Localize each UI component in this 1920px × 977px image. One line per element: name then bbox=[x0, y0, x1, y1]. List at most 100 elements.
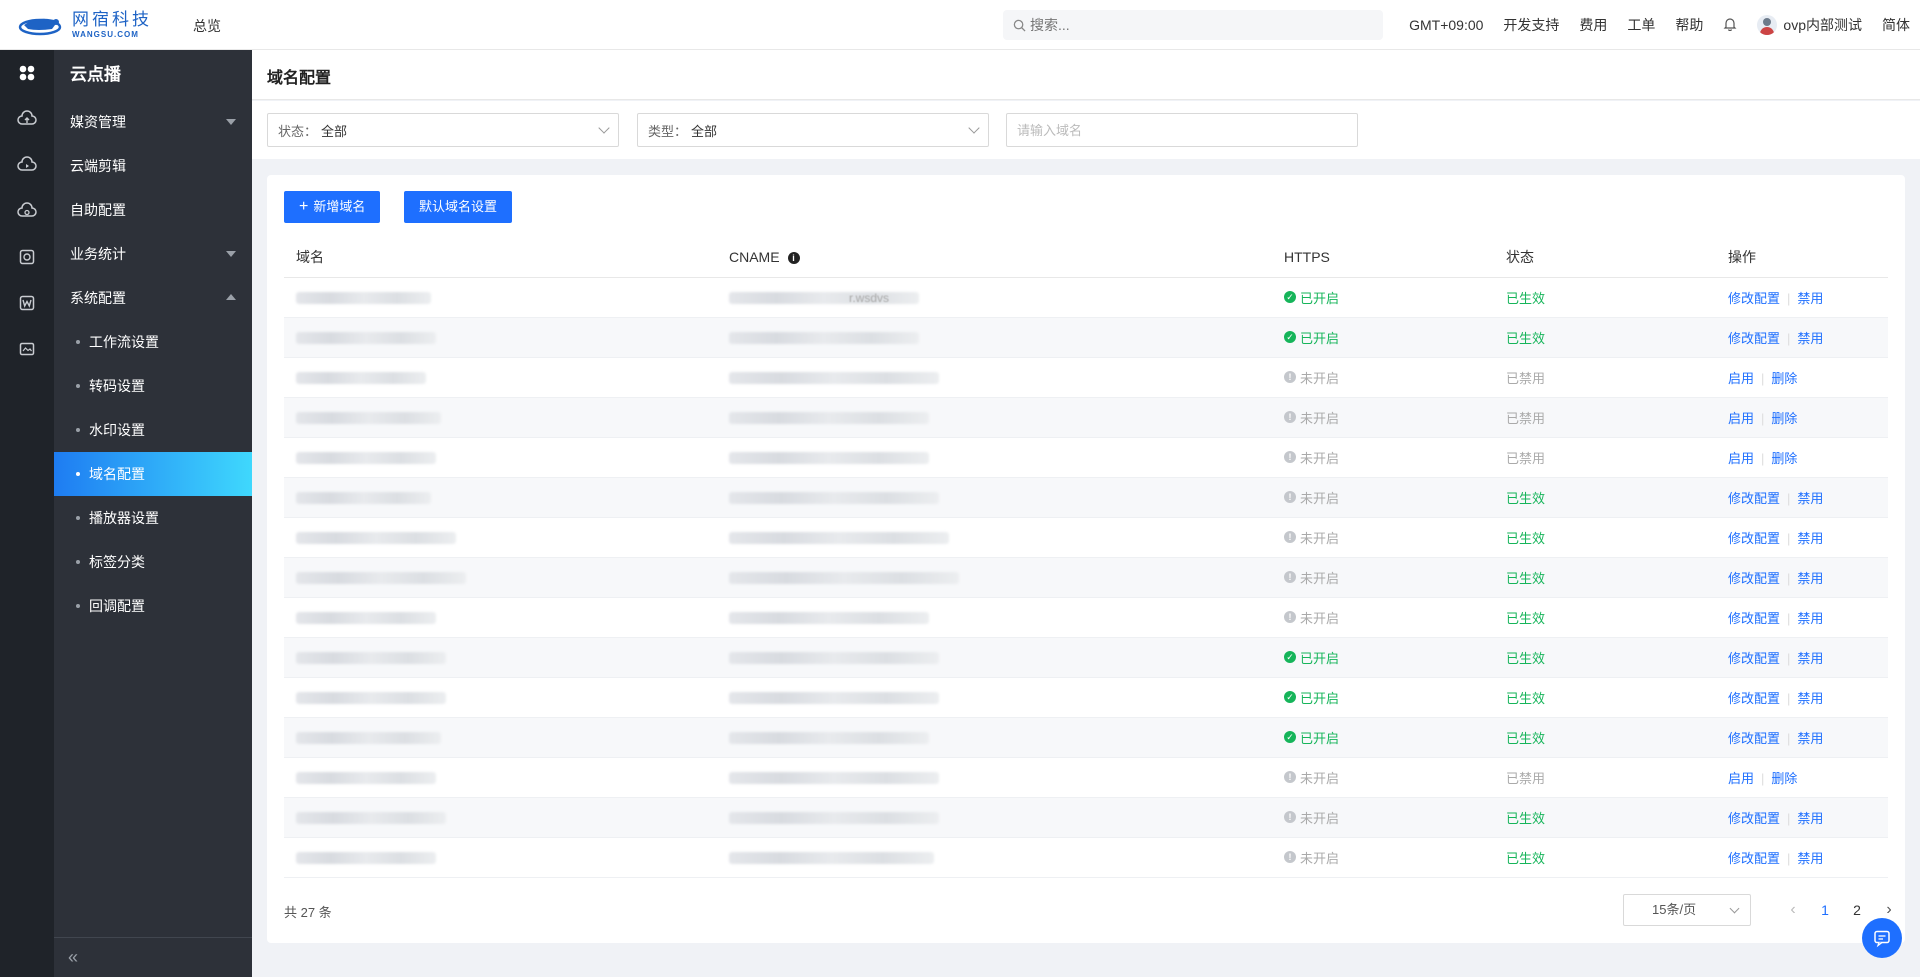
status-cell: 已禁用 bbox=[1506, 397, 1728, 438]
brand-logo[interactable]: 网宿科技 WANGSU.COM bbox=[18, 12, 152, 39]
status-filter-value: 全部 bbox=[321, 123, 348, 139]
table-row: ✓ 已开启 已生效 修改配置 | 禁用 bbox=[284, 677, 1888, 718]
domain-search-input[interactable] bbox=[1006, 113, 1358, 147]
modify-config-link[interactable]: 修改配置 bbox=[1728, 611, 1780, 626]
page-2-button[interactable]: 2 bbox=[1841, 902, 1873, 918]
page-header: 域名配置 bbox=[252, 50, 1920, 100]
disable-link[interactable]: 禁用 bbox=[1797, 611, 1823, 626]
disable-link[interactable]: 禁用 bbox=[1797, 571, 1823, 586]
header-link-tickets[interactable]: 工单 bbox=[1627, 15, 1655, 35]
enable-link[interactable]: 启用 bbox=[1728, 451, 1754, 466]
https-cell: ! 未开启 bbox=[1284, 477, 1506, 518]
submenu-watermark[interactable]: 水印设置 bbox=[54, 408, 252, 452]
table-row: ✓ 已开启 已生效 修改配置 | 禁用 bbox=[284, 637, 1888, 678]
brand-name-en: WANGSU.COM bbox=[72, 30, 139, 39]
rail-image-icon[interactable] bbox=[0, 326, 54, 372]
submenu-callback[interactable]: 回调配置 bbox=[54, 584, 252, 628]
submenu-domain-config[interactable]: 域名配置 bbox=[54, 452, 252, 496]
disable-link[interactable]: 禁用 bbox=[1797, 531, 1823, 546]
disable-link[interactable]: 禁用 bbox=[1797, 691, 1823, 706]
search-input[interactable] bbox=[1030, 17, 1360, 33]
header-link-billing[interactable]: 费用 bbox=[1579, 15, 1607, 35]
rail-cloud-play-icon[interactable] bbox=[0, 142, 54, 188]
add-domain-button[interactable]: + 新增域名 bbox=[284, 191, 381, 223]
modify-config-link[interactable]: 修改配置 bbox=[1728, 651, 1780, 666]
modify-config-link[interactable]: 修改配置 bbox=[1728, 691, 1780, 706]
table-row: ! 未开启 已生效 修改配置 | 禁用 bbox=[284, 557, 1888, 598]
disable-link[interactable]: 禁用 bbox=[1797, 331, 1823, 346]
global-search[interactable] bbox=[1003, 10, 1383, 40]
notification-bell-icon[interactable] bbox=[1723, 17, 1737, 34]
status-filter-select[interactable]: 状态： 全部 bbox=[267, 113, 619, 147]
cname-cell bbox=[729, 397, 1284, 438]
modify-config-link[interactable]: 修改配置 bbox=[1728, 811, 1780, 826]
submenu-tags[interactable]: 标签分类 bbox=[54, 540, 252, 584]
default-domain-settings-button[interactable]: 默认域名设置 bbox=[404, 191, 513, 223]
rail-grid-icon[interactable] bbox=[0, 50, 54, 96]
submenu-player[interactable]: 播放器设置 bbox=[54, 496, 252, 540]
sidebar-menu: 云点播 媒资管理 云端剪辑 自助配置 业务统计 系统配置 工作流设置 转码设置 … bbox=[54, 50, 252, 977]
delete-link[interactable]: 删除 bbox=[1771, 371, 1797, 386]
actions-cell: 修改配置 | 禁用 bbox=[1728, 837, 1888, 878]
page-size-value: 15条/页 bbox=[1652, 902, 1697, 917]
modify-config-link[interactable]: 修改配置 bbox=[1728, 731, 1780, 746]
chat-icon bbox=[1874, 930, 1890, 948]
redacted-domain bbox=[296, 852, 436, 865]
modify-config-link[interactable]: 修改配置 bbox=[1728, 531, 1780, 546]
info-icon[interactable]: i bbox=[787, 252, 800, 265]
type-filter-select[interactable]: 类型： 全部 bbox=[637, 113, 989, 147]
cname-cell bbox=[729, 357, 1284, 398]
redacted-cname bbox=[729, 852, 934, 865]
prev-page-icon[interactable]: ‹ bbox=[1777, 901, 1809, 919]
modify-config-link[interactable]: 修改配置 bbox=[1728, 491, 1780, 506]
cname-cell bbox=[729, 437, 1284, 478]
menu-item-statistics[interactable]: 业务统计 bbox=[54, 232, 252, 276]
disable-link[interactable]: 禁用 bbox=[1797, 291, 1823, 306]
modify-config-link[interactable]: 修改配置 bbox=[1728, 291, 1780, 306]
rail-cloud-video-icon[interactable] bbox=[0, 188, 54, 234]
page-1-button[interactable]: 1 bbox=[1809, 902, 1841, 918]
enable-link[interactable]: 启用 bbox=[1728, 411, 1754, 426]
user-menu[interactable]: ovp内部测试 bbox=[1757, 15, 1862, 35]
domain-cell bbox=[284, 797, 729, 838]
chat-support-button[interactable] bbox=[1862, 918, 1902, 958]
enable-link[interactable]: 启用 bbox=[1728, 771, 1754, 786]
menu-item-cloud-editing[interactable]: 云端剪辑 bbox=[54, 144, 252, 188]
menu-item-self-config[interactable]: 自助配置 bbox=[54, 188, 252, 232]
chevron-down-icon bbox=[598, 122, 610, 134]
header-link-dev-support[interactable]: 开发支持 bbox=[1503, 15, 1559, 35]
delete-link[interactable]: 删除 bbox=[1771, 771, 1797, 786]
modify-config-link[interactable]: 修改配置 bbox=[1728, 851, 1780, 866]
collapse-menu-icon[interactable]: « bbox=[54, 937, 252, 977]
domain-cell bbox=[284, 397, 729, 438]
rail-cloud-upload-icon[interactable] bbox=[0, 96, 54, 142]
next-page-icon[interactable]: › bbox=[1873, 901, 1905, 919]
col-header-actions: 操作 bbox=[1728, 237, 1888, 278]
modify-config-link[interactable]: 修改配置 bbox=[1728, 331, 1780, 346]
action-divider: | bbox=[1787, 850, 1791, 866]
disable-link[interactable]: 禁用 bbox=[1797, 731, 1823, 746]
delete-link[interactable]: 删除 bbox=[1771, 411, 1797, 426]
action-divider: | bbox=[1761, 770, 1765, 786]
disable-link[interactable]: 禁用 bbox=[1797, 811, 1823, 826]
submenu-transcode[interactable]: 转码设置 bbox=[54, 364, 252, 408]
menu-item-system-config[interactable]: 系统配置 bbox=[54, 276, 252, 320]
disable-link[interactable]: 禁用 bbox=[1797, 491, 1823, 506]
modify-config-link[interactable]: 修改配置 bbox=[1728, 571, 1780, 586]
language-switch[interactable]: 简体 bbox=[1882, 15, 1910, 35]
timezone-selector[interactable]: GMT+09:00 bbox=[1409, 17, 1483, 33]
nav-overview-link[interactable]: 总览 bbox=[193, 16, 221, 36]
enable-link[interactable]: 启用 bbox=[1728, 371, 1754, 386]
header-link-help[interactable]: 帮助 bbox=[1675, 15, 1703, 35]
disable-link[interactable]: 禁用 bbox=[1797, 651, 1823, 666]
rail-box-icon[interactable] bbox=[0, 234, 54, 280]
delete-link[interactable]: 删除 bbox=[1771, 451, 1797, 466]
disable-link[interactable]: 禁用 bbox=[1797, 851, 1823, 866]
https-status-text: 未开启 bbox=[1300, 410, 1340, 426]
menu-item-media-management[interactable]: 媒资管理 bbox=[54, 100, 252, 144]
rail-w-icon[interactable] bbox=[0, 280, 54, 326]
info-circle-icon: ! bbox=[1284, 611, 1296, 623]
info-circle-icon: ! bbox=[1284, 491, 1296, 503]
page-size-select[interactable]: 15条/页 bbox=[1623, 894, 1751, 926]
submenu-workflow[interactable]: 工作流设置 bbox=[54, 320, 252, 364]
